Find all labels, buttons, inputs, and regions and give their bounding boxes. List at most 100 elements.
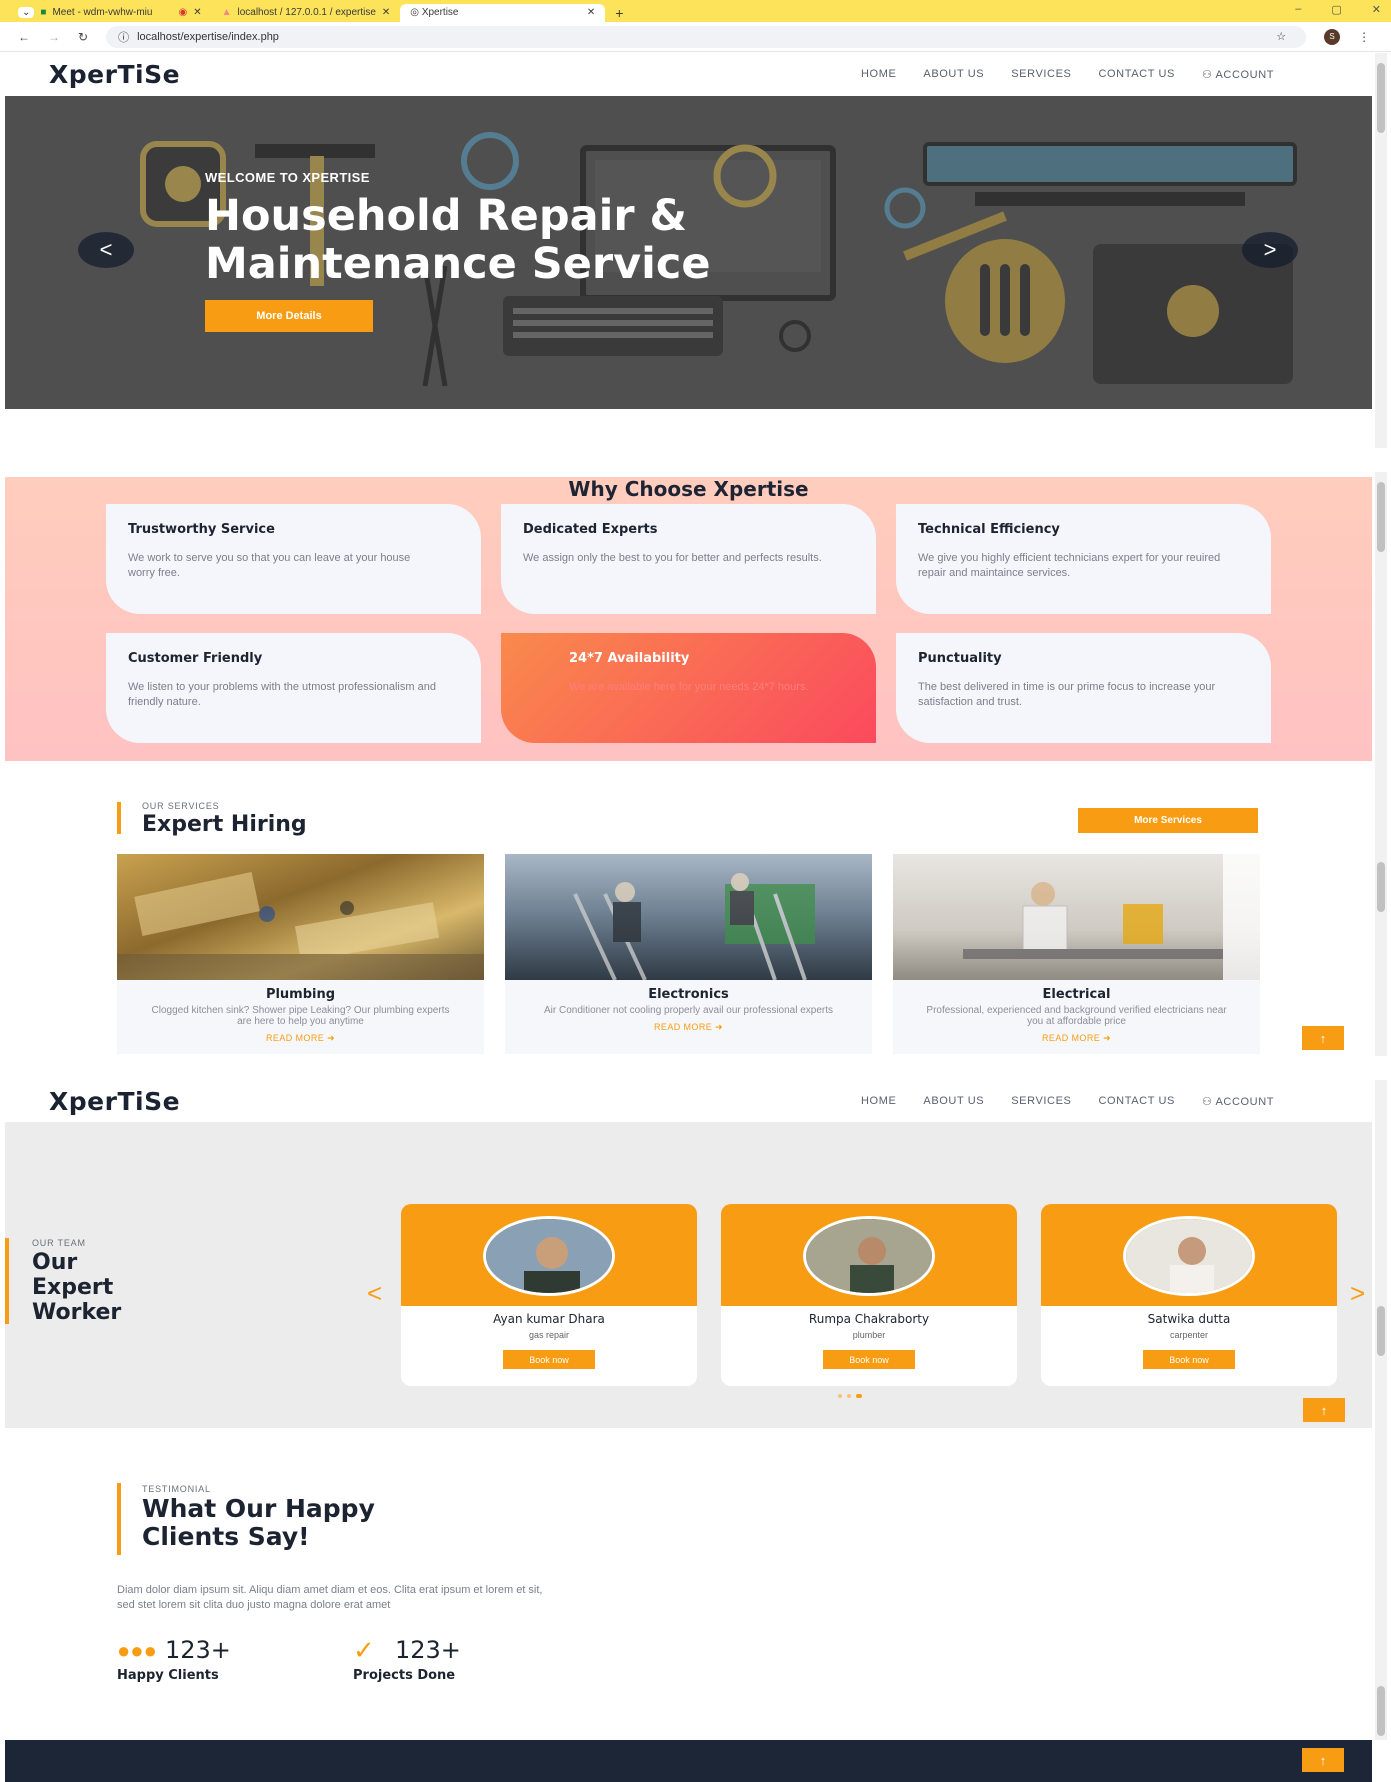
member-role: plumber: [852, 1330, 886, 1340]
back-to-top-button[interactable]: ↑: [1302, 1748, 1344, 1772]
chevron-down-icon[interactable]: ⌄: [18, 7, 35, 18]
feature-card: Technical Efficiency We give you highly …: [896, 504, 1271, 614]
feature-card: Trustworthy Service We work to serve you…: [106, 504, 481, 614]
service-card-electronics[interactable]: Electronics Air Conditioner not cooling …: [505, 854, 872, 1054]
nav-account[interactable]: ⚇ ACCOUNT: [1202, 68, 1274, 81]
carousel-dot[interactable]: [838, 1394, 842, 1398]
scrollbar-thumb[interactable]: [1377, 482, 1385, 552]
service-text: Air Conditioner not cooling properly ava…: [543, 1005, 834, 1016]
feature-card: Dedicated Experts We assign only the bes…: [501, 504, 876, 614]
read-more-label: READ MORE: [654, 1022, 713, 1032]
nav-contact[interactable]: CONTACT US: [1098, 68, 1175, 81]
feature-title: Customer Friendly: [128, 651, 263, 666]
page-scrollbar[interactable]: [1375, 53, 1387, 448]
page-scrollbar[interactable]: [1375, 1080, 1387, 1740]
user-icon: ⚇: [1201, 1096, 1216, 1108]
team-member-card: Satwika dutta carpenter Book now: [1041, 1204, 1337, 1386]
testimonial-eyebrow: TESTIMONIAL: [142, 1484, 211, 1494]
close-icon[interactable]: ✕: [382, 7, 390, 18]
back-to-top-button[interactable]: ↑: [1302, 1026, 1344, 1050]
tab-meet[interactable]: ⌄ ■ Meet - wdm-vwhw-miu ◉ ✕: [8, 4, 212, 22]
tab-xpertise[interactable]: ◎ Xpertise ✕: [400, 3, 606, 22]
read-more-link[interactable]: READ MORE ➜: [117, 1033, 484, 1044]
testimonial-section: TESTIMONIAL What Our Happy Clients Say! …: [5, 1455, 1372, 1740]
more-details-button[interactable]: More Details: [205, 300, 373, 332]
service-image: [505, 854, 872, 980]
nav-services[interactable]: SERVICES: [1011, 1095, 1071, 1108]
carousel-dots: [838, 1394, 862, 1398]
service-card-plumbing[interactable]: Plumbing Clogged kitchen sink? Shower pi…: [117, 854, 484, 1054]
brand-logo[interactable]: XperTiSe: [49, 1087, 180, 1116]
star-icon[interactable]: ☆: [1276, 30, 1286, 43]
scrollbar-thumb[interactable]: [1377, 1686, 1385, 1736]
services-section: OUR SERVICES Expert Hiring More Services…: [5, 786, 1372, 1056]
avatar: [1123, 1216, 1255, 1296]
close-icon[interactable]: ✕: [193, 7, 201, 18]
book-now-button[interactable]: Book now: [503, 1350, 595, 1369]
menu-dots-icon[interactable]: ⋮: [1358, 30, 1370, 44]
phpmyadmin-icon: ▲: [221, 7, 232, 18]
window-controls: – ▢ ✕: [1295, 3, 1381, 16]
feature-title: Trustworthy Service: [128, 522, 275, 537]
arrow-right-icon: ➜: [715, 1022, 723, 1032]
service-card-electrical[interactable]: Electrical Professional, experienced and…: [893, 854, 1260, 1054]
team-eyebrow: OUR TEAM: [32, 1238, 86, 1248]
scrollbar-thumb[interactable]: [1377, 63, 1385, 133]
carousel-dot[interactable]: [847, 1394, 851, 1398]
maximize-button[interactable]: ▢: [1331, 3, 1341, 16]
read-more-link[interactable]: READ MORE ➜: [505, 1022, 872, 1033]
book-now-button[interactable]: Book now: [1143, 1350, 1235, 1369]
back-to-top-button[interactable]: ↑: [1303, 1398, 1345, 1422]
nav-home[interactable]: HOME: [861, 68, 896, 81]
hero-next-button[interactable]: >: [1242, 232, 1298, 268]
meet-icon: ■: [40, 7, 47, 18]
feature-title: Punctuality: [918, 651, 1002, 666]
back-icon[interactable]: ←: [18, 30, 30, 44]
site-navbar: XperTiSe HOME ABOUT US SERVICES CONTACT …: [5, 53, 1372, 97]
nav-services[interactable]: SERVICES: [1011, 68, 1071, 81]
section-accent-bar: [5, 1238, 9, 1324]
feature-card: Customer Friendly We listen to your prob…: [106, 633, 481, 743]
nav-account[interactable]: ⚇ ACCOUNT: [1202, 1095, 1274, 1108]
team-title: Our Expert Worker: [32, 1250, 121, 1325]
close-window-button[interactable]: ✕: [1372, 3, 1381, 16]
address-bar: ← → ↻ ⓘ localhost/expertise/index.php ☆ …: [0, 22, 1391, 52]
site-info-icon[interactable]: ⓘ: [118, 29, 129, 45]
url-text: localhost/expertise/index.php: [137, 30, 279, 43]
brand-logo[interactable]: XperTiSe: [49, 60, 180, 89]
scrollbar-thumb[interactable]: [1377, 1306, 1385, 1356]
nav-about[interactable]: ABOUT US: [923, 1095, 984, 1108]
minimize-button[interactable]: –: [1295, 3, 1301, 16]
close-icon[interactable]: ✕: [587, 7, 595, 18]
url-field[interactable]: ⓘ localhost/expertise/index.php ☆: [106, 25, 1307, 48]
nav-menu: HOME ABOUT US SERVICES CONTACT US ⚇ ACCO…: [861, 1095, 1274, 1108]
read-more-link[interactable]: READ MORE ➜: [893, 1033, 1260, 1044]
team-next-button[interactable]: >: [1350, 1278, 1365, 1309]
new-tab-button[interactable]: +: [605, 4, 633, 22]
book-now-button[interactable]: Book now: [823, 1350, 915, 1369]
carousel-dot-active[interactable]: [856, 1394, 862, 1398]
services-title: Expert Hiring: [142, 812, 307, 837]
users-icon: ●●●: [117, 1638, 157, 1663]
scrollbar-thumb[interactable]: [1377, 862, 1385, 912]
hero-prev-button[interactable]: <: [78, 232, 134, 268]
nav-account-label: ACCOUNT: [1215, 69, 1275, 81]
nav-home[interactable]: HOME: [861, 1095, 896, 1108]
profile-avatar[interactable]: S: [1324, 28, 1341, 45]
service-text: Professional, experienced and background…: [926, 1005, 1227, 1027]
tab-phpmyadmin[interactable]: ▲ localhost / 127.0.0.1 / expertise ✕: [212, 4, 401, 22]
nav-about[interactable]: ABOUT US: [923, 68, 984, 81]
happy-clients-label: Happy Clients: [117, 1668, 219, 1683]
technicians-ladder-illustration: [573, 873, 815, 980]
tab-label: Meet - wdm-vwhw-miu: [52, 7, 153, 18]
electrician-workshop-illustration: [963, 854, 1260, 980]
nav-contact[interactable]: CONTACT US: [1098, 1095, 1175, 1108]
page-scrollbar[interactable]: [1375, 472, 1387, 1056]
team-prev-button[interactable]: <: [367, 1278, 382, 1309]
footer: [5, 1740, 1372, 1782]
arrow-right-icon: ➜: [1103, 1033, 1111, 1043]
forward-icon[interactable]: →: [48, 30, 60, 44]
more-services-button[interactable]: More Services: [1078, 808, 1258, 833]
reload-icon[interactable]: ↻: [78, 30, 88, 44]
nav-menu: HOME ABOUT US SERVICES CONTACT US ⚇ ACCO…: [861, 68, 1274, 81]
